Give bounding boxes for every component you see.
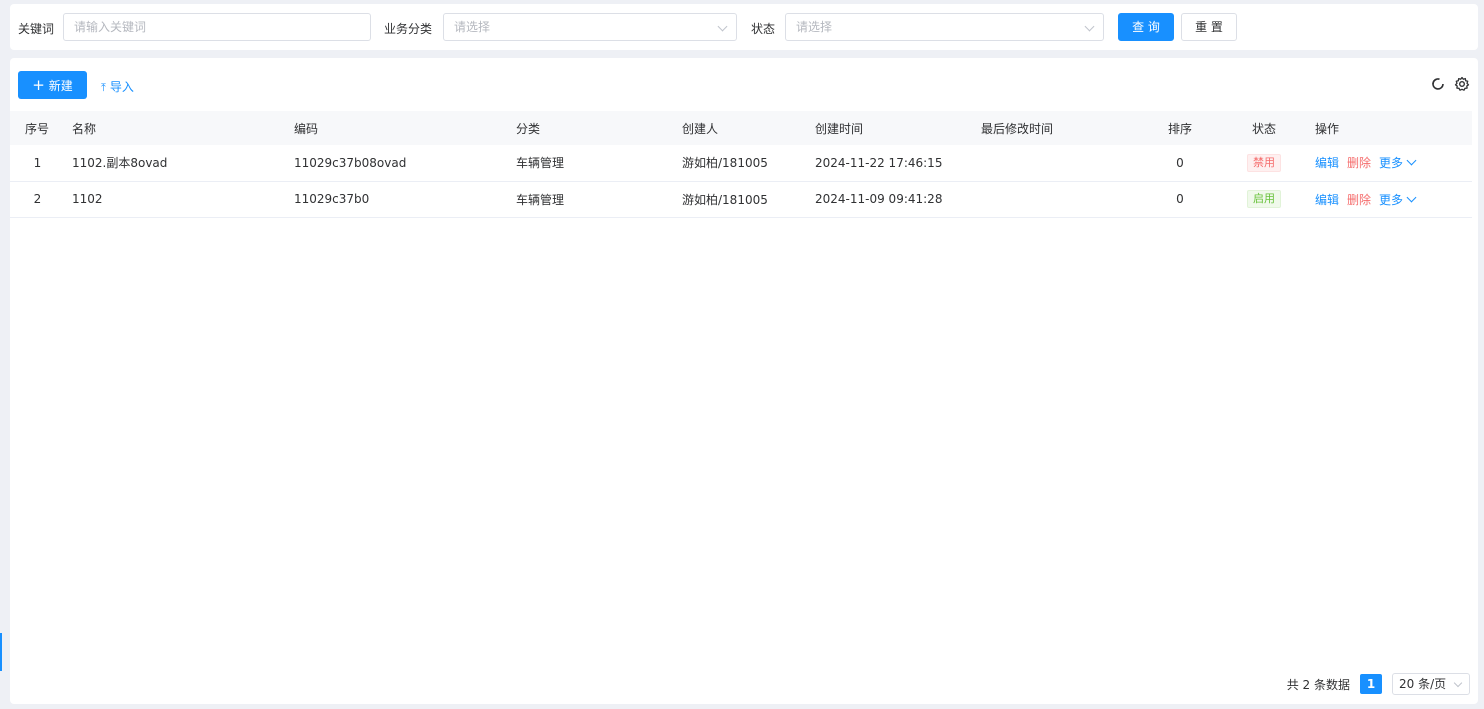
cell-status: 启用 [1220, 181, 1308, 218]
cell-name: 1102 [65, 181, 287, 218]
status-select-placeholder: 请选择 [796, 20, 833, 34]
column-header-index: 序号 [10, 111, 65, 145]
status-badge: 禁用 [1247, 153, 1281, 172]
table-header-row: 序号 名称 编码 分类 创建人 创建时间 最后修改时间 排序 状态 操作 [10, 111, 1472, 145]
more-dropdown[interactable]: 更多 [1379, 155, 1417, 171]
page-size-select[interactable]: 20 条/页 [1392, 673, 1470, 695]
cell-modified-at [974, 181, 1140, 218]
column-header-status: 状态 [1220, 111, 1308, 145]
delete-link[interactable]: 删除 [1347, 156, 1371, 170]
column-header-modified-at: 最后修改时间 [974, 111, 1140, 145]
table-row: 2 1102 11029c37b0 车辆管理 游如柏/181005 2024-1… [10, 181, 1472, 218]
new-button[interactable]: + 新建 [18, 71, 87, 99]
cell-index: 1 [10, 145, 65, 182]
cell-category: 车辆管理 [509, 145, 675, 182]
cell-actions: 编辑 删除 更多 [1308, 145, 1472, 182]
left-edge-indicator [0, 633, 2, 671]
cell-sort: 0 [1140, 145, 1220, 182]
page-size-value: 20 条/页 [1399, 677, 1447, 691]
chevron-down-icon [717, 21, 728, 32]
cell-creator: 游如柏/181005 [675, 145, 808, 182]
more-label: 更多 [1379, 192, 1404, 207]
cell-category: 车辆管理 [509, 181, 675, 218]
cell-created-at: 2024-11-09 09:41:28 [808, 181, 974, 218]
import-button-label: 导入 [109, 80, 134, 94]
chevron-down-icon [1406, 155, 1417, 166]
column-header-code: 编码 [287, 111, 509, 145]
cell-code: 11029c37b0 [287, 181, 509, 218]
pagination: 共 2 条数据 1 20 条/页 [1287, 673, 1470, 695]
cell-index: 2 [10, 181, 65, 218]
status-badge: 启用 [1247, 190, 1281, 208]
delete-link[interactable]: 删除 [1347, 193, 1371, 207]
cell-sort: 0 [1140, 181, 1220, 218]
edit-link[interactable]: 编辑 [1315, 156, 1339, 170]
upload-icon: ⤒ [101, 81, 106, 94]
column-header-name: 名称 [65, 111, 287, 145]
column-header-creator: 创建人 [675, 111, 808, 145]
chevron-down-icon [1453, 678, 1463, 688]
category-label: 业务分类 [384, 22, 433, 36]
data-table: 序号 名称 编码 分类 创建人 创建时间 最后修改时间 排序 状态 操作 1 1… [10, 111, 1472, 218]
cell-code: 11029c37b08ovad [287, 145, 509, 182]
cell-status: 禁用 [1220, 145, 1308, 182]
search-panel: 关键词 请输入关键词 业务分类 请选择 状态 请选择 查 询 重 置 [10, 4, 1478, 50]
import-button[interactable]: ⤒ 导入 [101, 78, 134, 95]
status-select[interactable]: 请选择 [785, 13, 1104, 41]
cell-created-at: 2024-11-22 17:46:15 [808, 145, 974, 182]
more-label: 更多 [1379, 156, 1404, 171]
category-select[interactable]: 请选择 [443, 13, 737, 41]
column-header-actions: 操作 [1308, 111, 1472, 145]
cell-creator: 游如柏/181005 [675, 181, 808, 218]
keyword-input[interactable]: 请输入关键词 [63, 13, 371, 41]
query-button[interactable]: 查 询 [1118, 13, 1174, 41]
plus-icon: + [32, 76, 45, 94]
pagination-page-current[interactable]: 1 [1360, 674, 1382, 694]
more-dropdown[interactable]: 更多 [1379, 192, 1417, 207]
table-row: 1 1102.副本8ovad 11029c37b08ovad 车辆管理 游如柏/… [10, 145, 1472, 182]
table-tools [1430, 76, 1470, 92]
refresh-icon[interactable] [1430, 76, 1446, 92]
chevron-down-icon [1084, 21, 1095, 32]
new-button-label: 新建 [48, 79, 73, 93]
pagination-total: 共 2 条数据 [1286, 677, 1350, 692]
edit-link[interactable]: 编辑 [1315, 193, 1339, 207]
column-header-sort: 排序 [1140, 111, 1220, 145]
category-select-placeholder: 请选择 [454, 20, 491, 34]
cell-name: 1102.副本8ovad [65, 145, 287, 182]
chevron-down-icon [1406, 192, 1417, 202]
keyword-label: 关键词 [18, 22, 55, 36]
column-header-created-at: 创建时间 [808, 111, 974, 145]
status-label: 状态 [751, 22, 776, 36]
cell-modified-at [974, 145, 1140, 182]
reset-button[interactable]: 重 置 [1181, 13, 1237, 41]
gear-icon[interactable] [1454, 76, 1470, 92]
cell-actions: 编辑 删除 更多 [1308, 181, 1472, 218]
main-panel: + 新建 ⤒ 导入 序号 名称 编码 分类 创建人 创建时间 最后修改时间 排序… [10, 58, 1478, 704]
column-header-category: 分类 [509, 111, 675, 145]
